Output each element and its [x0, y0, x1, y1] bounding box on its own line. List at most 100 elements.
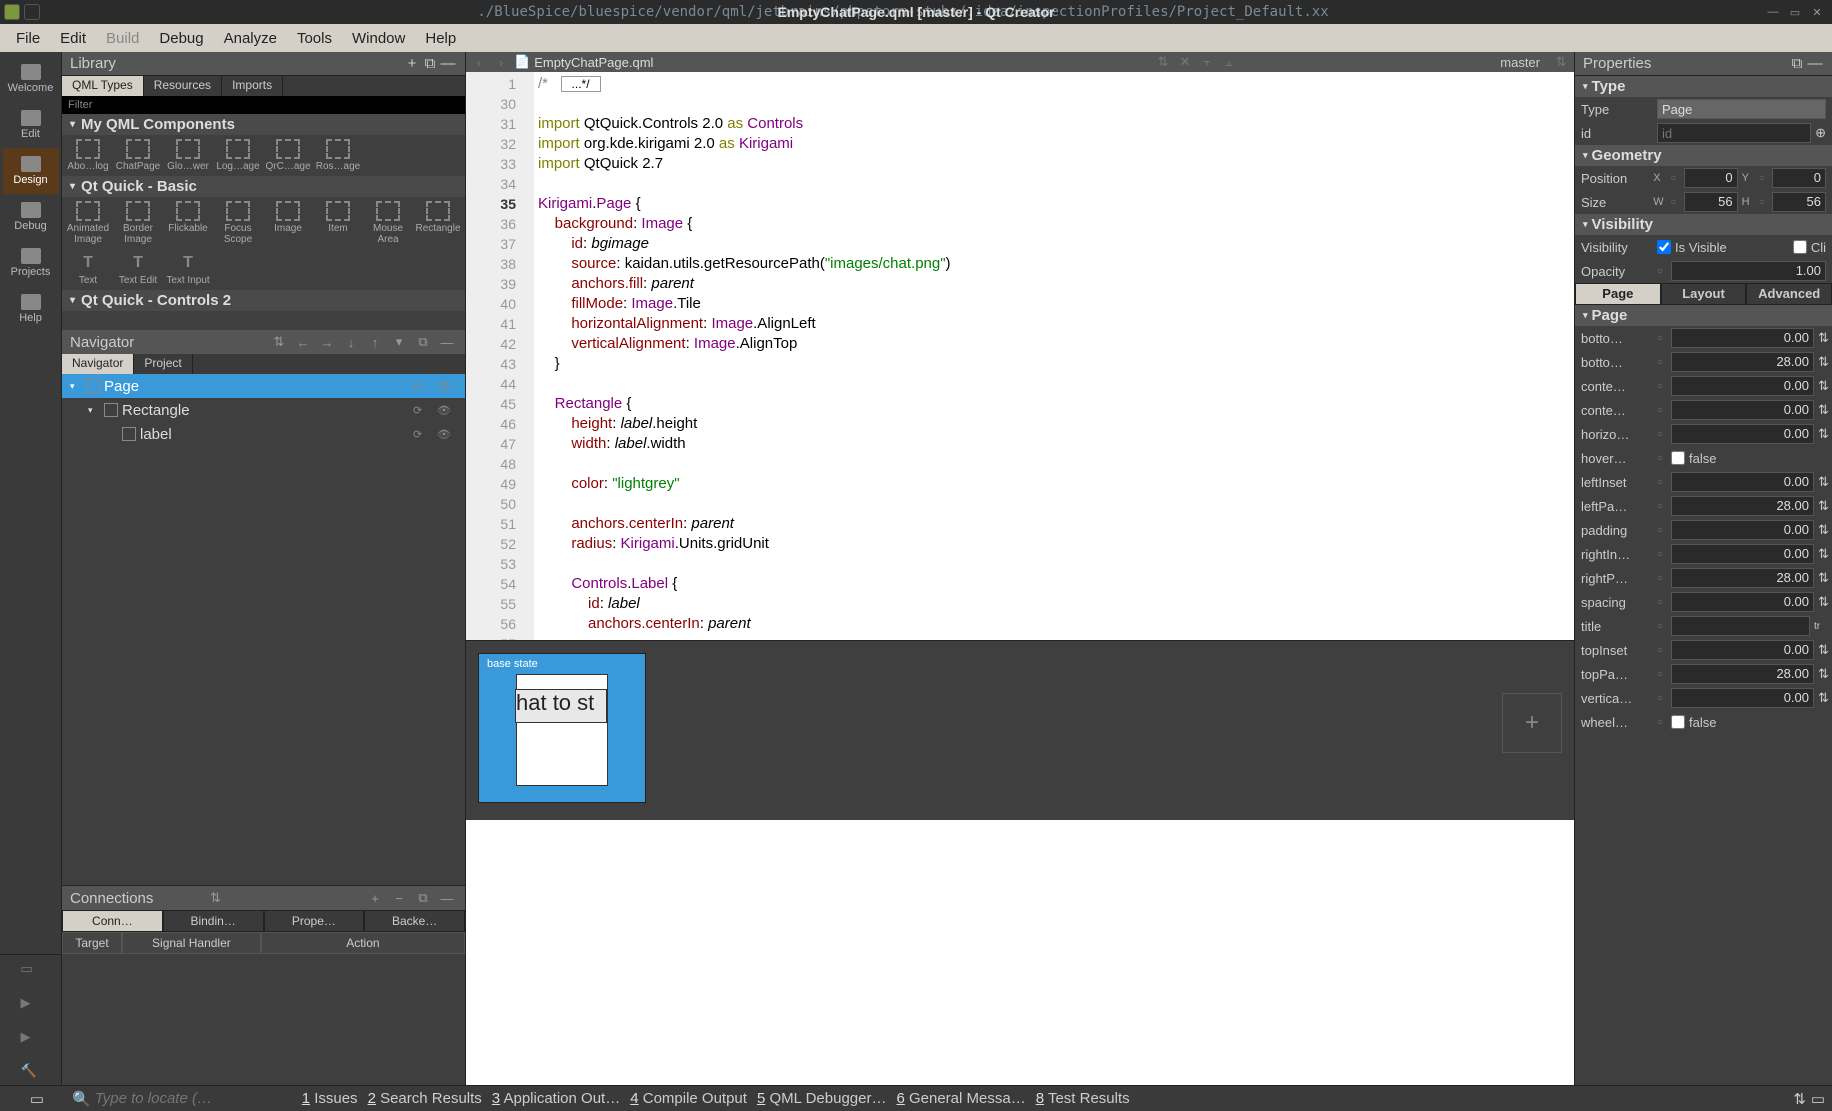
output-tab[interactable]: 6 General Messa…: [892, 1090, 1029, 1107]
conn-collapse-icon[interactable]: —: [437, 891, 457, 906]
export-icon[interactable]: ⟳: [413, 404, 433, 417]
menu-tools[interactable]: Tools: [287, 30, 342, 47]
pin-icon[interactable]: [24, 4, 40, 20]
nav-node[interactable]: label⟳👁: [62, 422, 465, 446]
connections-tab-0[interactable]: Conn…: [62, 910, 163, 932]
detach-icon[interactable]: ⧉: [421, 55, 439, 72]
run-icon[interactable]: ▶: [21, 995, 41, 1011]
prop-tab-1[interactable]: Layout: [1661, 283, 1747, 305]
id-field[interactable]: id: [1657, 123, 1811, 143]
visibility-section[interactable]: Visibility: [1575, 214, 1832, 235]
property-value[interactable]: 28.00: [1671, 664, 1814, 684]
library-filter[interactable]: Filter: [62, 96, 465, 114]
tab-list-icon[interactable]: ⇅: [1154, 54, 1172, 70]
prop-collapse-icon[interactable]: —: [1806, 55, 1824, 72]
property-value[interactable]: 0.00: [1671, 376, 1814, 396]
mode-projects[interactable]: Projects: [3, 240, 59, 286]
maximize-icon[interactable]: ▭: [1784, 6, 1806, 19]
nav-menu-icon[interactable]: ⇅: [269, 334, 289, 350]
property-value[interactable]: 28.00: [1671, 496, 1814, 516]
geometry-section[interactable]: Geometry: [1575, 145, 1832, 166]
file-name[interactable]: EmptyChatPage.qml: [534, 55, 653, 70]
visibility-icon[interactable]: 👁: [437, 380, 457, 393]
menu-window[interactable]: Window: [342, 30, 415, 47]
property-value[interactable]: 0.00: [1671, 688, 1814, 708]
conn-add-icon[interactable]: +: [365, 891, 385, 906]
library-section[interactable]: Qt Quick - Controls 2: [62, 290, 465, 311]
conn-menu-icon[interactable]: ⇅: [206, 890, 226, 906]
nav-node[interactable]: ▾Page⟳👁: [62, 374, 465, 398]
library-item[interactable]: QrC…age: [264, 139, 312, 172]
visibility-icon[interactable]: 👁: [437, 404, 457, 417]
prop-detach-icon[interactable]: ⧉: [1788, 55, 1806, 72]
library-item[interactable]: Item: [314, 201, 362, 245]
library-section[interactable]: Qt Quick - Basic: [62, 176, 465, 197]
output-tab[interactable]: 3 Application Out…: [488, 1090, 624, 1107]
split-v-icon[interactable]: ⫠: [1220, 54, 1238, 70]
is-visible-checkbox[interactable]: [1657, 240, 1671, 254]
nav-down-icon[interactable]: ↓: [341, 335, 361, 350]
visibility-icon[interactable]: 👁: [437, 428, 457, 441]
library-item[interactable]: TText Edit: [114, 253, 162, 286]
connections-tab-1[interactable]: Bindin…: [163, 910, 264, 932]
add-icon[interactable]: +: [403, 55, 421, 72]
output-tab[interactable]: 5 QML Debugger…: [753, 1090, 891, 1107]
library-item[interactable]: Abo…log: [64, 139, 112, 172]
nav-collapse-icon[interactable]: —: [437, 335, 457, 350]
menu-analyze[interactable]: Analyze: [214, 30, 287, 47]
nav-back-icon[interactable]: ←: [293, 335, 313, 350]
library-item[interactable]: Animated Image: [64, 201, 112, 245]
library-item[interactable]: TText Input: [164, 253, 212, 286]
toggle-right-icon[interactable]: ▭: [1808, 1090, 1828, 1108]
library-item[interactable]: Rectangle: [414, 201, 462, 245]
id-export-icon[interactable]: ⊕: [1815, 125, 1826, 141]
mode-debug[interactable]: Debug: [3, 194, 59, 240]
y-field[interactable]: 0: [1772, 168, 1826, 188]
property-value[interactable]: 0.00: [1671, 640, 1814, 660]
h-field[interactable]: 56: [1772, 192, 1826, 212]
page-section[interactable]: Page: [1575, 305, 1832, 326]
nav-fwd-icon[interactable]: →: [317, 335, 337, 350]
library-item[interactable]: Mouse Area: [364, 201, 412, 245]
export-icon[interactable]: ⟳: [413, 428, 433, 441]
prop-tab-2[interactable]: Advanced: [1746, 283, 1832, 305]
menu-debug[interactable]: Debug: [149, 30, 213, 47]
mode-help[interactable]: Help: [3, 286, 59, 332]
property-text[interactable]: [1671, 616, 1810, 636]
prop-tab-0[interactable]: Page: [1575, 283, 1661, 305]
property-value[interactable]: 28.00: [1671, 352, 1814, 372]
locator-input[interactable]: [95, 1090, 296, 1107]
mode-design[interactable]: Design: [3, 148, 59, 194]
library-item[interactable]: Flickable: [164, 201, 212, 245]
navigator-tab-0[interactable]: Navigator: [62, 354, 134, 374]
branch-menu-icon[interactable]: ⇅: [1552, 54, 1570, 70]
library-tab-0[interactable]: QML Types: [62, 76, 144, 96]
connections-tab-3[interactable]: Backe…: [364, 910, 465, 932]
menu-build[interactable]: Build: [96, 30, 149, 47]
property-value[interactable]: 0.00: [1671, 544, 1814, 564]
property-value[interactable]: 0.00: [1671, 472, 1814, 492]
type-section[interactable]: Type: [1575, 76, 1832, 97]
property-value[interactable]: 0.00: [1671, 520, 1814, 540]
x-field[interactable]: 0: [1684, 168, 1738, 188]
nav-detach-icon[interactable]: ⧉: [413, 334, 433, 350]
property-checkbox[interactable]: [1671, 451, 1685, 465]
connections-column[interactable]: Target: [62, 932, 122, 954]
toggle-left-icon[interactable]: ▭: [4, 1090, 70, 1108]
library-item[interactable]: Focus Scope: [214, 201, 262, 245]
state-base[interactable]: base state hat to st: [478, 653, 646, 803]
w-field[interactable]: 56: [1684, 192, 1738, 212]
mode-welcome[interactable]: Welcome: [3, 56, 59, 102]
conn-remove-icon[interactable]: −: [389, 891, 409, 906]
opacity-field[interactable]: 1.00: [1671, 261, 1826, 281]
tab-prev-icon[interactable]: ‹: [470, 55, 488, 70]
build-icon[interactable]: 🔨: [21, 1063, 41, 1079]
run-debug-icon[interactable]: ▶: [21, 1029, 41, 1045]
property-checkbox[interactable]: [1671, 715, 1685, 729]
output-tab[interactable]: 8 Test Results: [1032, 1090, 1134, 1107]
library-tab-1[interactable]: Resources: [144, 76, 222, 96]
add-state-button[interactable]: +: [1502, 693, 1562, 753]
library-item[interactable]: Border Image: [114, 201, 162, 245]
menu-help[interactable]: Help: [415, 30, 466, 47]
connections-column[interactable]: Action: [261, 932, 465, 954]
